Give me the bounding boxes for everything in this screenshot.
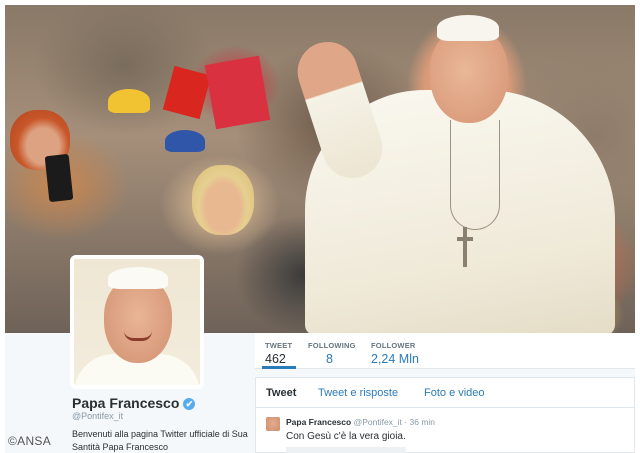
tweet-item[interactable]: Papa Francesco @Pontifex_it · 36 min Con… [256, 409, 634, 453]
stat-label: FOLLOWER [371, 341, 416, 350]
profile-stats-bar: TWEET 462 FOLLOWING 8 FOLLOWER 2,24 Mln [255, 333, 635, 369]
tweet-avatar[interactable] [266, 417, 280, 431]
avatar-face [104, 277, 172, 363]
stat-value: 8 [326, 352, 333, 366]
crowd-phone [44, 153, 74, 203]
tweet-next-preview [286, 447, 406, 453]
timeline-tabs: Tweet Tweet e risposte Foto e video [256, 378, 634, 408]
crowd-yellow-cap [108, 89, 150, 113]
timeline: Tweet Tweet e risposte Foto e video Papa… [255, 377, 635, 453]
crowd-flag [162, 65, 212, 120]
stat-following[interactable]: FOLLOWING 8 [308, 341, 356, 366]
tweet-author[interactable]: Papa Francesco [286, 417, 351, 427]
crowd-red-tablet [204, 55, 271, 130]
crowd-blue-cap [165, 130, 205, 152]
pectoral-chain [450, 120, 500, 230]
tab-tweet-e-risposte[interactable]: Tweet e risposte [318, 387, 398, 399]
tab-foto-e-video[interactable]: Foto e video [424, 387, 485, 399]
stat-value: 2,24 Mln [371, 352, 419, 366]
profile-name-text: Papa Francesco [72, 395, 180, 411]
stat-followers[interactable]: FOLLOWER 2,24 Mln [371, 341, 419, 366]
avatar-zucchetto [108, 267, 168, 289]
profile-avatar[interactable] [70, 255, 204, 389]
profile-handle[interactable]: @Pontifex_it [72, 411, 123, 421]
tweet-handle[interactable]: @Pontifex_it [354, 417, 402, 427]
stat-label: FOLLOWING [308, 341, 356, 350]
pope-head [430, 27, 508, 123]
profile-bio: Benvenuti alla pagina Twitter ufficiale … [72, 429, 248, 452]
pectoral-cross-icon [457, 227, 473, 267]
tab-tweet[interactable]: Tweet [266, 387, 296, 399]
active-stat-indicator [262, 366, 296, 369]
tweet-header: Papa Francesco @Pontifex_it · 36 min [286, 417, 435, 427]
tweet-separator: · [404, 417, 408, 427]
tweet-time[interactable]: 36 min [410, 417, 436, 427]
stat-label: TWEET [265, 341, 293, 350]
profile-name[interactable]: Papa Francesco ✔ [72, 395, 196, 411]
crowd-person [192, 165, 254, 235]
tweet-text: Con Gesù c'è la vera gioia. [286, 431, 406, 442]
zucchetto [437, 15, 499, 41]
stat-value: 462 [265, 352, 286, 366]
stat-tweets[interactable]: TWEET 462 [265, 341, 292, 366]
watermark: ©ANSA [8, 434, 52, 448]
verified-badge-icon: ✔ [183, 398, 196, 410]
